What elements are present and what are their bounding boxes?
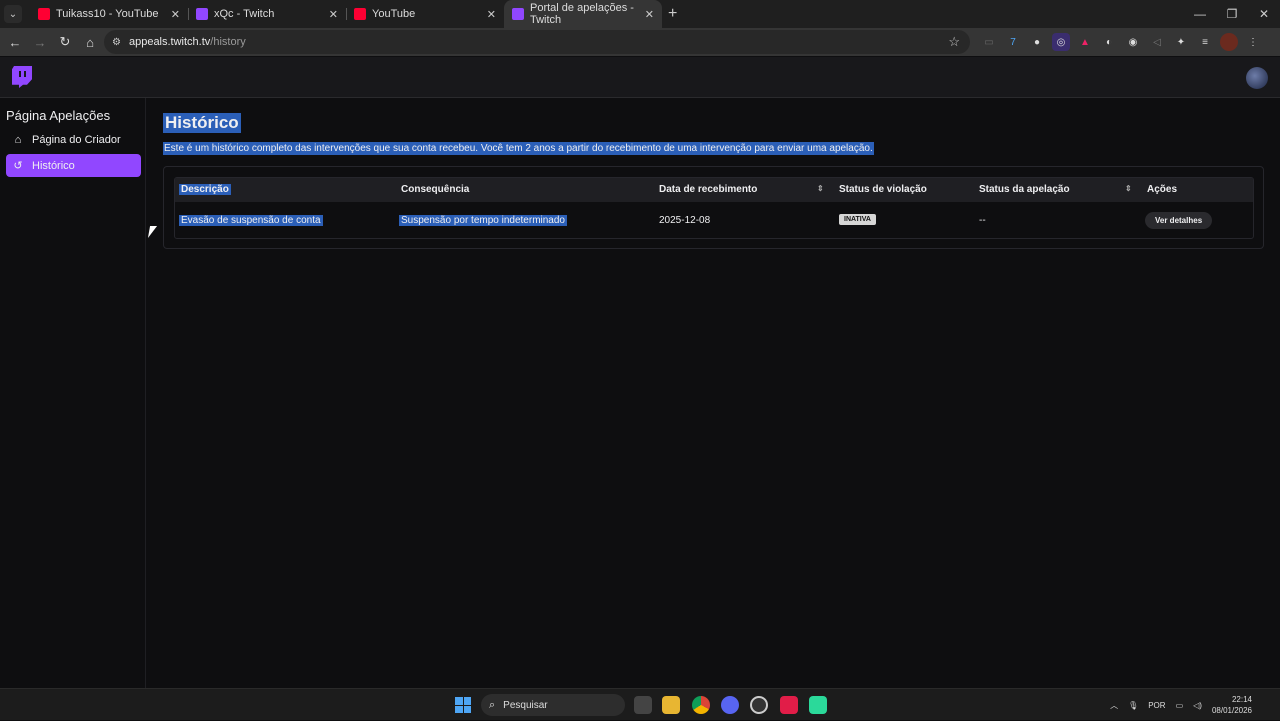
extension-icon[interactable]: 7 (1004, 33, 1022, 51)
sidebar-item-label: Histórico (32, 159, 75, 172)
window-controls: — ❐ ✕ (1184, 0, 1280, 28)
page-description: Este é um histórico completo das interve… (163, 142, 874, 155)
network-icon[interactable]: ▭ (1176, 701, 1184, 710)
sidebar-title: Página Apelações (6, 108, 111, 123)
header-violation-status: Status de violação (839, 184, 927, 195)
search-icon: ⌕ (489, 698, 496, 711)
file-explorer-icon[interactable] (662, 696, 680, 714)
reload-icon[interactable]: ↻ (53, 30, 77, 54)
header-actions: Ações (1147, 184, 1178, 195)
table-header: Descrição Consequência Data de recebimen… (175, 178, 1253, 202)
sidebar-item-label: Página do Criador (32, 133, 121, 146)
extension-icon[interactable]: ▲ (1076, 33, 1094, 51)
extension-icon[interactable]: ◁ (1148, 33, 1166, 51)
sidebar-item-creator-page[interactable]: ⌂ Página do Criador (6, 128, 141, 151)
discord-icon[interactable] (721, 696, 739, 714)
windows-start-icon[interactable] (455, 697, 471, 713)
new-tab-icon[interactable]: + (668, 5, 677, 23)
home-browser-icon[interactable]: ⌂ (78, 30, 102, 54)
language-indicator[interactable]: POR (1148, 701, 1165, 710)
header-date[interactable]: Data de recebimento (657, 184, 759, 195)
sidebar-item-history[interactable]: ↺ Histórico (6, 154, 141, 177)
home-icon: ⌂ (14, 133, 22, 146)
tab-title: xQc - Twitch (214, 8, 275, 20)
tab-title: Portal de apelações - Twitch (530, 2, 634, 26)
header-consequence: Consequência (401, 184, 470, 195)
browser-tab[interactable]: YouTube ✕ (346, 0, 504, 28)
close-icon[interactable]: ✕ (645, 8, 654, 21)
table-row: Evasão de suspensão de conta Suspensão p… (175, 202, 1253, 238)
media-icon[interactable]: ≡ (1196, 33, 1214, 51)
chevron-up-icon[interactable]: ︿ (1110, 700, 1118, 711)
tab-title: YouTube (372, 8, 416, 20)
cell-date: 2025-12-08 (659, 215, 711, 226)
twitch-logo-icon[interactable] (12, 66, 32, 88)
extension-icon[interactable]: ▭ (980, 33, 998, 51)
twitch-top-nav (0, 57, 1280, 98)
tab-search-button[interactable]: ⌄ (4, 5, 22, 23)
main-content: Histórico Este é um histórico completo d… (147, 98, 1280, 688)
extensions-area: ▭ 7 ● ◎ ▲ ◐ ◉ ◁ ✦ ≡ ⋮ (980, 33, 1262, 51)
close-icon[interactable]: ✕ (329, 8, 338, 21)
clock[interactable]: 22:14 08/01/2026 (1212, 694, 1252, 716)
system-tray: ︿ 🎙 POR ▭ ◁) 22:14 08/01/2026 (1110, 689, 1280, 721)
history-table: Descrição Consequência Data de recebimen… (174, 177, 1254, 239)
taskbar: ⌕ Pesquisar ︿ 🎙 POR ▭ ◁) 22:14 08/01/202… (0, 688, 1280, 720)
cell-description: Evasão de suspensão de conta (179, 215, 323, 226)
tab-title: Tuikass10 - YouTube (56, 8, 159, 20)
status-badge: INATIVA (839, 214, 876, 225)
history-icon: ↺ (13, 160, 23, 172)
extension-icon[interactable]: ◉ (1124, 33, 1142, 51)
taskbar-search[interactable]: ⌕ Pesquisar (481, 694, 625, 716)
address-bar: ← → ↻ ⌂ ⚙ appeals.twitch.tv/history ☆ ▭ … (0, 28, 1280, 56)
browser-tab-bar: ⌄ Tuikass10 - YouTube ✕ xQc - Twitch ✕ Y… (0, 0, 1280, 28)
close-icon[interactable]: ✕ (487, 8, 496, 21)
youtube-icon (38, 8, 50, 20)
browser-tab-active[interactable]: Portal de apelações - Twitch ✕ (504, 0, 662, 28)
menu-icon[interactable]: ⋮ (1244, 33, 1262, 51)
taskbar-search-placeholder: Pesquisar (503, 699, 548, 711)
browser-tab[interactable]: Tuikass10 - YouTube ✕ (30, 0, 189, 28)
app-green-icon[interactable] (809, 696, 827, 714)
back-icon[interactable]: ← (3, 30, 27, 54)
history-card: Descrição Consequência Data de recebimen… (163, 166, 1264, 249)
view-details-button[interactable]: Ver detalhes (1145, 212, 1213, 229)
profile-icon[interactable] (1220, 33, 1238, 51)
app-red-icon[interactable] (780, 696, 798, 714)
extension-icon[interactable]: ◎ (1052, 33, 1070, 51)
browser-tab[interactable]: xQc - Twitch ✕ (188, 0, 347, 28)
close-icon[interactable]: ✕ (171, 8, 180, 21)
puzzle-icon[interactable]: ✦ (1172, 33, 1190, 51)
forward-icon[interactable]: → (28, 30, 52, 54)
header-description: Descrição (179, 184, 231, 195)
url-path: /history (210, 36, 246, 48)
cell-consequence: Suspensão por tempo indeterminado (399, 215, 567, 226)
sort-icon[interactable]: ⇕ (817, 184, 824, 193)
clock-time: 22:14 (1231, 695, 1252, 704)
bookmark-star-icon[interactable]: ☆ (948, 34, 960, 50)
page-title: Histórico (163, 113, 241, 133)
extension-icon[interactable]: ● (1028, 33, 1046, 51)
site-info-icon[interactable]: ⚙ (112, 37, 121, 48)
url-input[interactable]: ⚙ appeals.twitch.tv/history ☆ (104, 30, 970, 54)
avatar[interactable] (1246, 67, 1268, 89)
url-host: appeals.twitch.tv (128, 36, 211, 48)
microphone-icon[interactable]: 🎙 (1128, 701, 1138, 710)
obs-icon[interactable] (750, 696, 768, 714)
sidebar: Página Apelações ⌂ Página do Criador ↺ H… (0, 98, 146, 688)
cell-appeal-status: -- (979, 215, 986, 226)
sort-icon[interactable]: ⇕ (1125, 184, 1132, 193)
close-window-icon[interactable]: ✕ (1248, 0, 1280, 28)
youtube-icon (354, 8, 366, 20)
extension-icon[interactable]: ◐ (1100, 33, 1118, 51)
twitch-icon (196, 8, 208, 20)
clock-date: 08/01/2026 (1211, 706, 1252, 715)
task-view-icon[interactable] (634, 696, 652, 714)
volume-icon[interactable]: ◁) (1193, 701, 1202, 710)
restore-icon[interactable]: ❐ (1216, 0, 1248, 28)
header-appeal-status[interactable]: Status da apelação (977, 184, 1072, 195)
chrome-icon[interactable] (692, 696, 710, 714)
minimize-icon[interactable]: — (1184, 0, 1216, 28)
twitch-icon (512, 8, 524, 20)
